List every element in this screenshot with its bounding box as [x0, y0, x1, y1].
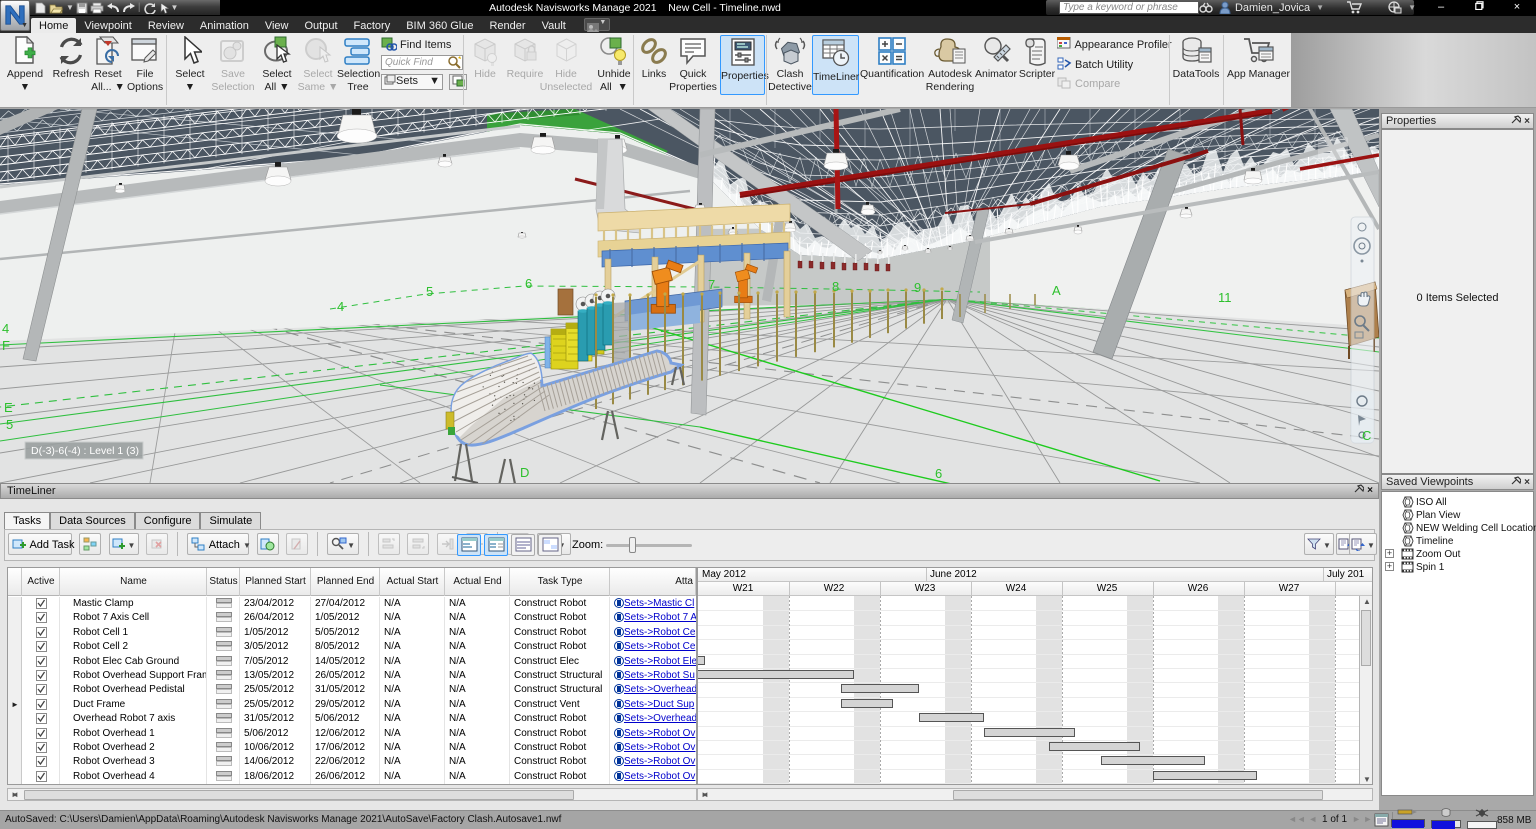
svg-text:F: F	[2, 338, 10, 353]
svg-text:D(-3)-6(-4) : Level 1 (3): D(-3)-6(-4) : Level 1 (3)	[31, 445, 139, 457]
svg-text:5: 5	[6, 417, 13, 432]
svg-text:6: 6	[935, 466, 942, 481]
svg-text:5: 5	[426, 284, 433, 299]
svg-text:E: E	[4, 400, 13, 415]
svg-text:4: 4	[337, 299, 344, 314]
svg-text:6: 6	[525, 276, 532, 291]
svg-text:8: 8	[832, 279, 839, 294]
svg-text:D: D	[520, 465, 529, 480]
svg-text:A: A	[1052, 283, 1061, 298]
svg-text:9: 9	[914, 280, 921, 295]
svg-text:4: 4	[2, 321, 9, 336]
svg-text:C: C	[1362, 428, 1371, 443]
svg-text:7: 7	[708, 277, 715, 292]
svg-text:11: 11	[1218, 290, 1232, 305]
